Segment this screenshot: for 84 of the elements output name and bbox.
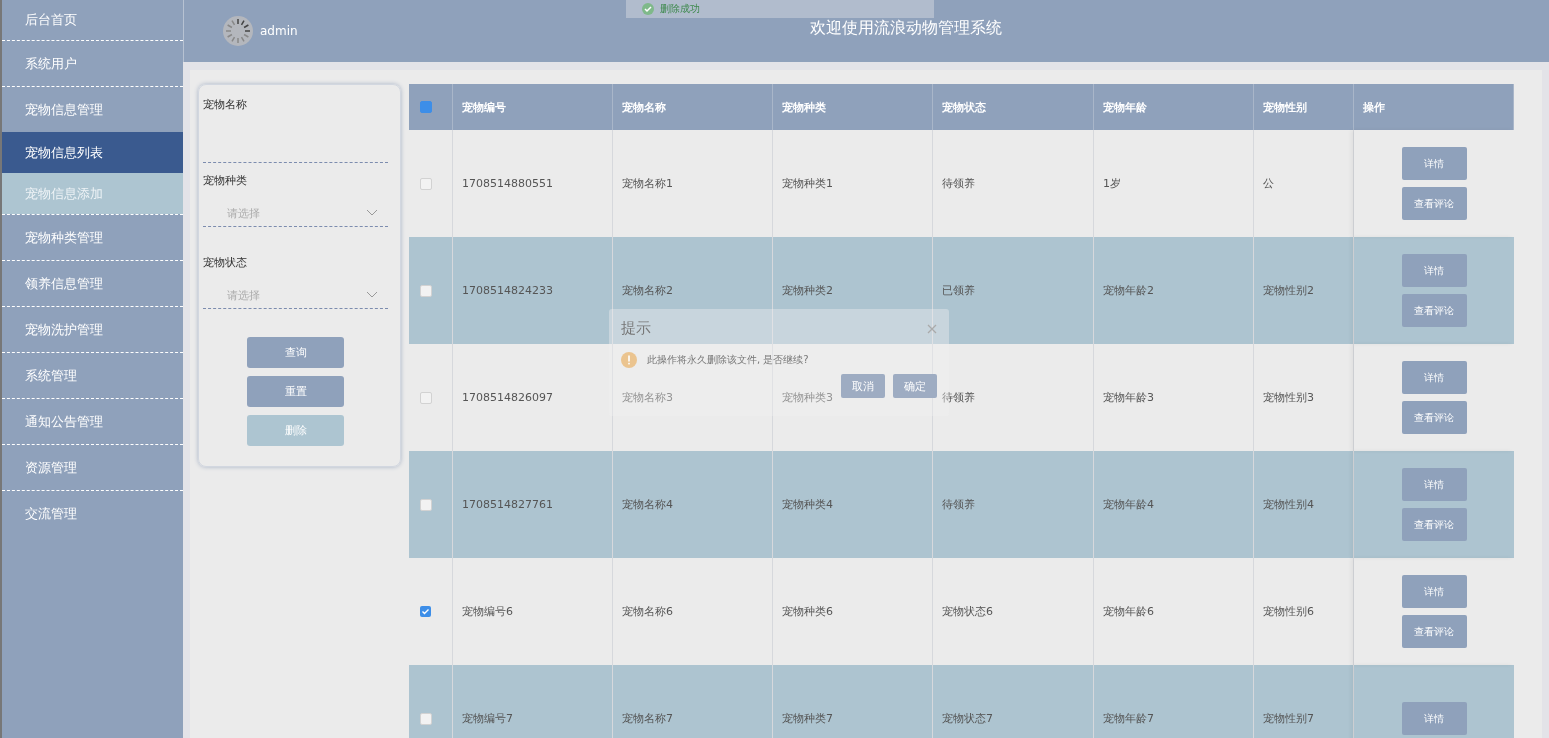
table-cell: 宠物状态7	[942, 711, 993, 726]
table-cell: 宠物性别6	[1263, 604, 1314, 619]
table-cell: 宠物种类2	[782, 283, 833, 298]
dialog-button[interactable]: 取消	[841, 374, 885, 398]
action-button[interactable]: 查看评论	[1401, 615, 1467, 648]
sidebar-item[interactable]: 后台首页	[2, 0, 183, 40]
table-cell: 已领养	[942, 283, 975, 298]
table-cell: 宠物年龄7	[1103, 711, 1154, 726]
table-cell: 宠物种类3	[782, 390, 833, 405]
dialog-title: 提示	[621, 319, 651, 338]
table-cell: 待领养	[942, 176, 975, 191]
field-label: 宠物状态	[203, 255, 248, 270]
table-cell: 宠物年龄6	[1103, 604, 1154, 619]
action-button[interactable]: 详情	[1401, 468, 1467, 501]
checkbox[interactable]	[420, 606, 431, 617]
table-cell: 宠物年龄2	[1103, 283, 1154, 298]
spinner-icon	[222, 15, 254, 47]
table-cell: 宠物种类1	[782, 176, 833, 191]
action-button[interactable]: 详情	[1401, 361, 1467, 394]
table-cell: 宠物种类6	[782, 604, 833, 619]
sidebar-item[interactable]: 系统管理	[2, 352, 183, 398]
table-cell: 待领养	[942, 390, 975, 405]
table-cell: 待领养	[942, 497, 975, 512]
table-cell: 宠物名称4	[622, 497, 673, 512]
checkbox[interactable]	[420, 391, 432, 404]
chevron-down-icon	[366, 209, 378, 217]
sidebar-subitem[interactable]: 宠物信息列表	[2, 132, 183, 173]
search-button[interactable]: 查询	[247, 337, 344, 368]
select-field[interactable]: 请选择	[203, 200, 388, 227]
table-cell: 宠物年龄4	[1103, 497, 1154, 512]
action-button[interactable]: 详情	[1401, 702, 1467, 735]
select-field[interactable]: 请选择	[203, 282, 388, 309]
table-cell: 宠物种类4	[782, 497, 833, 512]
table-cell: 1708514824233	[462, 284, 553, 297]
sidebar-item[interactable]: 宠物种类管理	[2, 214, 183, 260]
sidebar-subitem[interactable]: 宠物信息添加	[2, 173, 183, 214]
check-icon	[642, 3, 654, 15]
search-button[interactable]: 重置	[247, 376, 344, 407]
table-cell: 宠物名称1	[622, 176, 673, 191]
checkbox[interactable]	[420, 712, 432, 725]
action-button[interactable]: 详情	[1401, 575, 1467, 608]
table-cell: 宠物状态6	[942, 604, 993, 619]
action-button[interactable]: 详情	[1401, 147, 1467, 180]
action-button[interactable]: 详情	[1401, 254, 1467, 287]
checkbox[interactable]	[420, 101, 432, 113]
toast-text: 删除成功	[660, 2, 700, 16]
table-cell: 1岁	[1103, 176, 1121, 191]
sidebar-item[interactable]: 领养信息管理	[2, 260, 183, 306]
table-cell: 1708514827761	[462, 498, 553, 511]
checkbox[interactable]	[420, 177, 432, 190]
close-icon[interactable]	[927, 323, 937, 334]
field-label: 宠物种类	[203, 173, 248, 188]
page-title: 欢迎使用流浪动物管理系统	[810, 17, 1002, 39]
table-cell: 宠物名称7	[622, 711, 673, 726]
action-button[interactable]: 查看评论	[1401, 401, 1467, 434]
table-cell: 公	[1263, 176, 1274, 191]
table-cell: 1708514880551	[462, 177, 553, 190]
sidebar-item[interactable]: 通知公告管理	[2, 398, 183, 444]
table-cell: 宠物名称6	[622, 604, 673, 619]
checkbox[interactable]	[420, 498, 432, 511]
sidebar-item[interactable]: 交流管理	[2, 490, 183, 536]
table-cell: 宠物种类7	[782, 711, 833, 726]
table-cell: 宠物编号7	[462, 711, 513, 726]
sidebar-item[interactable]: 宠物洗护管理	[2, 306, 183, 352]
action-button[interactable]: 查看评论	[1401, 508, 1467, 541]
table-cell: 宠物名称3	[622, 390, 673, 405]
action-button[interactable]: 查看评论	[1401, 187, 1467, 220]
action-button[interactable]: 查看评论	[1401, 294, 1467, 327]
field-label: 宠物名称	[203, 97, 248, 112]
chevron-down-icon	[366, 291, 378, 299]
table-cell: 宠物编号6	[462, 604, 513, 619]
table-cell: 宠物性别7	[1263, 711, 1314, 726]
warning-icon	[621, 352, 637, 368]
dialog-message: 此操作将永久删除该文件, 是否继续?	[647, 353, 809, 367]
table-cell: 宠物名称2	[622, 283, 673, 298]
table-cell: 宠物性别2	[1263, 283, 1314, 298]
user-name: admin	[260, 24, 298, 38]
sidebar-item[interactable]: 资源管理	[2, 444, 183, 490]
checkbox[interactable]	[420, 284, 432, 297]
table-cell: 宠物年龄3	[1103, 390, 1154, 405]
table-cell: 宠物性别3	[1263, 390, 1314, 405]
table-cell: 1708514826097	[462, 391, 553, 404]
dialog-button[interactable]: 确定	[893, 374, 937, 398]
table-cell: 宠物性别4	[1263, 497, 1314, 512]
